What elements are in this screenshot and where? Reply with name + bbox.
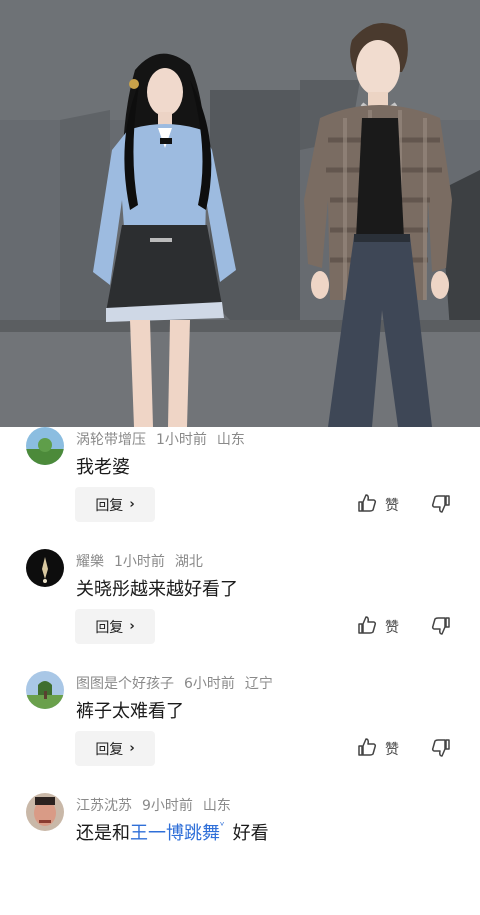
like-button[interactable]: 赞 bbox=[357, 493, 399, 517]
username[interactable]: 耀樂 bbox=[76, 554, 104, 570]
reply-label: 回复 bbox=[95, 741, 124, 758]
like-button[interactable]: 赞 bbox=[357, 737, 399, 761]
thumb-down-icon bbox=[431, 617, 451, 640]
comment-meta: 江苏沈苏 9小时前 山东 bbox=[76, 795, 241, 815]
username[interactable]: 涡轮带增压 bbox=[76, 432, 146, 448]
thumb-up-icon bbox=[357, 737, 377, 761]
photo-illustration bbox=[0, 0, 480, 427]
like-label: 赞 bbox=[385, 620, 399, 636]
comment-list: 涡轮带增压 1小时前 山东 我老婆 回复 › 赞 耀樂 1小时前 湖北 关晓彤越… bbox=[0, 427, 480, 915]
username[interactable]: 图图是个好孩子 bbox=[76, 676, 174, 692]
comment-time: 6小时前 bbox=[184, 676, 235, 692]
comment-item: 图图是个好孩子 6小时前 辽宁 裤子太难看了 回复 › 赞 bbox=[0, 671, 480, 793]
chevron-right-icon: › bbox=[129, 497, 135, 512]
comment-text: 还是和王一博跳舞ᵛ 好看 bbox=[76, 819, 269, 845]
like-button[interactable]: 赞 bbox=[357, 615, 399, 639]
comment-text-suffix: 好看 bbox=[232, 823, 269, 844]
comment-meta: 涡轮带增压 1小时前 山东 bbox=[76, 429, 255, 449]
hero-photo[interactable] bbox=[0, 0, 480, 427]
thumb-down-icon bbox=[431, 739, 451, 762]
thumb-up-icon bbox=[357, 615, 377, 639]
comment-text-prefix: 还是和 bbox=[76, 823, 130, 844]
reply-label: 回复 bbox=[95, 497, 124, 514]
comment-meta: 耀樂 1小时前 湖北 bbox=[76, 551, 213, 571]
comment-location: 湖北 bbox=[174, 554, 203, 570]
reply-button[interactable]: 回复 › bbox=[75, 731, 155, 766]
avatar[interactable] bbox=[26, 427, 64, 465]
comment-location: 山东 bbox=[216, 432, 245, 448]
comment-text: 裤子太难看了 bbox=[76, 701, 184, 722]
avatar[interactable] bbox=[26, 793, 64, 831]
comment-item: 江苏沈苏 9小时前 山东 还是和王一博跳舞ᵛ 好看 bbox=[0, 793, 480, 915]
reply-button[interactable]: 回复 › bbox=[75, 609, 155, 644]
search-icon: ᵛ bbox=[220, 819, 225, 832]
reply-button[interactable]: 回复 › bbox=[75, 487, 155, 522]
like-label: 赞 bbox=[385, 498, 399, 514]
dislike-button[interactable] bbox=[431, 738, 451, 762]
username[interactable]: 江苏沈苏 bbox=[76, 798, 132, 814]
comment-text: 我老婆 bbox=[76, 457, 130, 478]
comment-item: 涡轮带增压 1小时前 山东 我老婆 回复 › 赞 bbox=[0, 427, 480, 549]
thumb-down-icon bbox=[431, 495, 451, 518]
comment-text: 关晓彤越来越好看了 bbox=[76, 579, 238, 600]
chevron-right-icon: › bbox=[129, 741, 135, 756]
comment-time: 1小时前 bbox=[156, 432, 207, 448]
comment-location: 山东 bbox=[202, 798, 231, 814]
comment-meta: 图图是个好孩子 6小时前 辽宁 bbox=[76, 673, 283, 693]
comment-time: 1小时前 bbox=[114, 554, 165, 570]
dislike-button[interactable] bbox=[431, 616, 451, 640]
comment-item: 耀樂 1小时前 湖北 关晓彤越来越好看了 回复 › 赞 bbox=[0, 549, 480, 671]
avatar[interactable] bbox=[26, 671, 64, 709]
like-label: 赞 bbox=[385, 742, 399, 758]
avatar[interactable] bbox=[26, 549, 64, 587]
chevron-right-icon: › bbox=[129, 619, 135, 634]
reply-label: 回复 bbox=[95, 619, 124, 636]
search-link[interactable]: 王一博跳舞 bbox=[130, 823, 220, 844]
dislike-button[interactable] bbox=[431, 494, 451, 518]
comment-location: 辽宁 bbox=[244, 676, 273, 692]
thumb-up-icon bbox=[357, 493, 377, 517]
comment-time: 9小时前 bbox=[142, 798, 193, 814]
